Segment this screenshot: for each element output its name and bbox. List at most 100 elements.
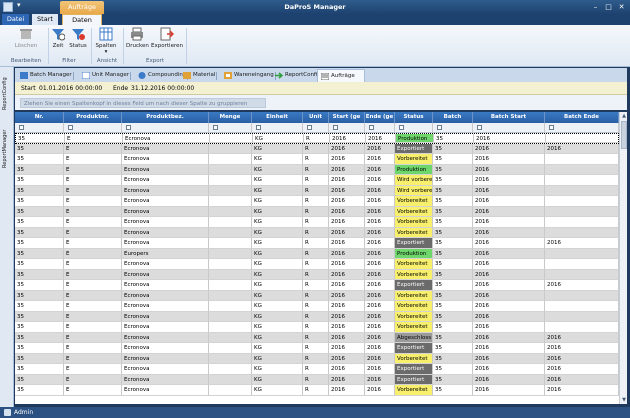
- column-header[interactable]: Unit: [303, 112, 329, 123]
- table-cell[interactable]: KG: [252, 238, 303, 249]
- table-cell[interactable]: KG: [252, 143, 303, 154]
- table-cell[interactable]: E: [64, 259, 122, 270]
- table-cell[interactable]: 35: [15, 238, 64, 249]
- table-cell[interactable]: 2016: [329, 290, 365, 301]
- table-cell[interactable]: 35: [433, 280, 473, 291]
- table-cell[interactable]: 35: [433, 290, 473, 301]
- table-cell[interactable]: KG: [252, 269, 303, 280]
- column-filter[interactable]: [395, 123, 433, 133]
- column-header[interactable]: Ende (ge: [365, 112, 395, 123]
- column-header[interactable]: Nr.: [15, 112, 64, 123]
- table-cell[interactable]: [545, 154, 619, 165]
- table-cell[interactable]: 35: [433, 374, 473, 385]
- table-cell[interactable]: Ecronova: [123, 134, 210, 143]
- table-cell[interactable]: 2016: [473, 364, 545, 375]
- table-cell[interactable]: R: [303, 280, 329, 291]
- table-row[interactable]: 35 E Ecronova KG R 2016 2016 Exportiert 35 2016 20…: [15, 143, 619, 154]
- maximize-icon[interactable]: □: [603, 2, 614, 12]
- table-row[interactable]: 35 E Ecronova KG R 2016 2016 Vorbereitet 35 2016: [15, 311, 619, 322]
- table-cell[interactable]: KG: [252, 353, 303, 364]
- table-cell[interactable]: 35: [433, 175, 473, 186]
- table-cell[interactable]: 2016: [329, 301, 365, 312]
- filter-icon[interactable]: [369, 125, 374, 130]
- table-cell[interactable]: 2016: [329, 311, 365, 322]
- table-cell[interactable]: 35: [15, 154, 64, 165]
- table-cell[interactable]: Europers: [122, 248, 209, 259]
- table-cell[interactable]: 2016: [473, 175, 545, 186]
- table-cell[interactable]: Ecronova: [122, 353, 209, 364]
- table-cell[interactable]: E: [64, 332, 122, 343]
- table-cell[interactable]: Ecronova: [122, 164, 209, 175]
- table-cell[interactable]: [209, 332, 252, 343]
- column-filter[interactable]: [122, 123, 209, 133]
- scroll-down-icon[interactable]: ▼: [620, 396, 628, 404]
- table-row[interactable]: 35 E Ecronova KG R 2016 2016 Vorbereitet 35 2016: [15, 259, 619, 270]
- side-tab-report-config[interactable]: ReportConfig: [2, 71, 12, 117]
- app-icon[interactable]: [3, 2, 13, 12]
- table-cell[interactable]: Ecronova: [122, 322, 209, 333]
- status-cell[interactable]: Wird vorberei: [395, 175, 433, 186]
- table-cell[interactable]: 2016: [473, 332, 545, 343]
- table-cell[interactable]: 35: [15, 364, 64, 375]
- doc-tab-batch-manager[interactable]: Batch Manager: [17, 69, 74, 82]
- table-cell[interactable]: [209, 196, 252, 207]
- table-cell[interactable]: 2016: [329, 248, 365, 259]
- table-cell[interactable]: Ecronova: [122, 332, 209, 343]
- table-cell[interactable]: R: [303, 374, 329, 385]
- table-cell[interactable]: 2016: [329, 364, 365, 375]
- table-cell[interactable]: 2016: [473, 385, 545, 396]
- table-cell[interactable]: 2016: [545, 353, 619, 364]
- table-cell[interactable]: 35: [433, 311, 473, 322]
- table-cell[interactable]: KG: [252, 164, 303, 175]
- table-cell[interactable]: 2016: [365, 343, 395, 354]
- table-row[interactable]: 35 E Ecronova KG R 2016 2016 Produktion 35 2016: [15, 133, 619, 144]
- table-cell[interactable]: 35: [433, 332, 473, 343]
- table-cell[interactable]: 2016: [365, 322, 395, 333]
- table-cell[interactable]: 2016: [473, 238, 545, 249]
- table-cell[interactable]: 2016: [365, 227, 395, 238]
- table-cell[interactable]: 2016: [473, 154, 545, 165]
- table-cell[interactable]: 2016: [365, 175, 395, 186]
- status-cell[interactable]: Vorbereitet: [395, 322, 433, 333]
- table-cell[interactable]: Ecronova: [122, 280, 209, 291]
- table-cell[interactable]: [209, 374, 252, 385]
- tab-daten[interactable]: Daten: [62, 14, 102, 25]
- table-cell[interactable]: 35: [15, 269, 64, 280]
- table-cell[interactable]: [545, 227, 619, 238]
- table-cell[interactable]: 2016: [365, 206, 395, 217]
- table-cell[interactable]: Ecronova: [122, 269, 209, 280]
- column-filter[interactable]: [303, 123, 329, 133]
- table-cell[interactable]: 2016: [473, 248, 545, 259]
- status-cell[interactable]: Vorbereitet: [395, 269, 433, 280]
- side-tab-report-manager[interactable]: ReportManager: [2, 121, 12, 177]
- table-cell[interactable]: 35: [433, 343, 473, 354]
- column-filter[interactable]: [433, 123, 473, 133]
- doc-tab-auftraege[interactable]: Aufträge: [317, 69, 365, 82]
- status-cell[interactable]: Vorbereitet: [395, 217, 433, 228]
- table-row[interactable]: 35 E Ecronova KG R 2016 2016 Produktion 35 2016: [15, 164, 619, 175]
- table-cell[interactable]: 2016: [545, 385, 619, 396]
- table-cell[interactable]: 2016: [473, 185, 545, 196]
- table-cell[interactable]: R: [303, 217, 329, 228]
- table-cell[interactable]: [545, 269, 619, 280]
- table-cell[interactable]: 2016: [545, 280, 619, 291]
- table-cell[interactable]: E: [64, 280, 122, 291]
- column-filter[interactable]: [473, 123, 545, 133]
- status-cell[interactable]: Vorbereitet: [395, 301, 433, 312]
- table-cell[interactable]: 2016: [365, 385, 395, 396]
- table-cell[interactable]: KG: [252, 290, 303, 301]
- table-cell[interactable]: 35: [433, 301, 473, 312]
- status-cell[interactable]: Vorbereitet: [395, 353, 433, 364]
- table-cell[interactable]: [209, 364, 252, 375]
- status-cell[interactable]: Vorbereitet: [395, 196, 433, 207]
- table-cell[interactable]: Ecronova: [122, 143, 209, 154]
- table-cell[interactable]: [209, 385, 252, 396]
- table-cell[interactable]: 2016: [365, 374, 395, 385]
- table-cell[interactable]: 2016: [365, 154, 395, 165]
- table-cell[interactable]: 2016: [329, 322, 365, 333]
- table-cell[interactable]: 2016: [365, 164, 395, 175]
- status-cell[interactable]: Exportiert: [395, 280, 433, 291]
- status-cell[interactable]: Exportiert: [395, 374, 433, 385]
- table-cell[interactable]: 2016: [545, 374, 619, 385]
- table-cell[interactable]: 2016: [473, 280, 545, 291]
